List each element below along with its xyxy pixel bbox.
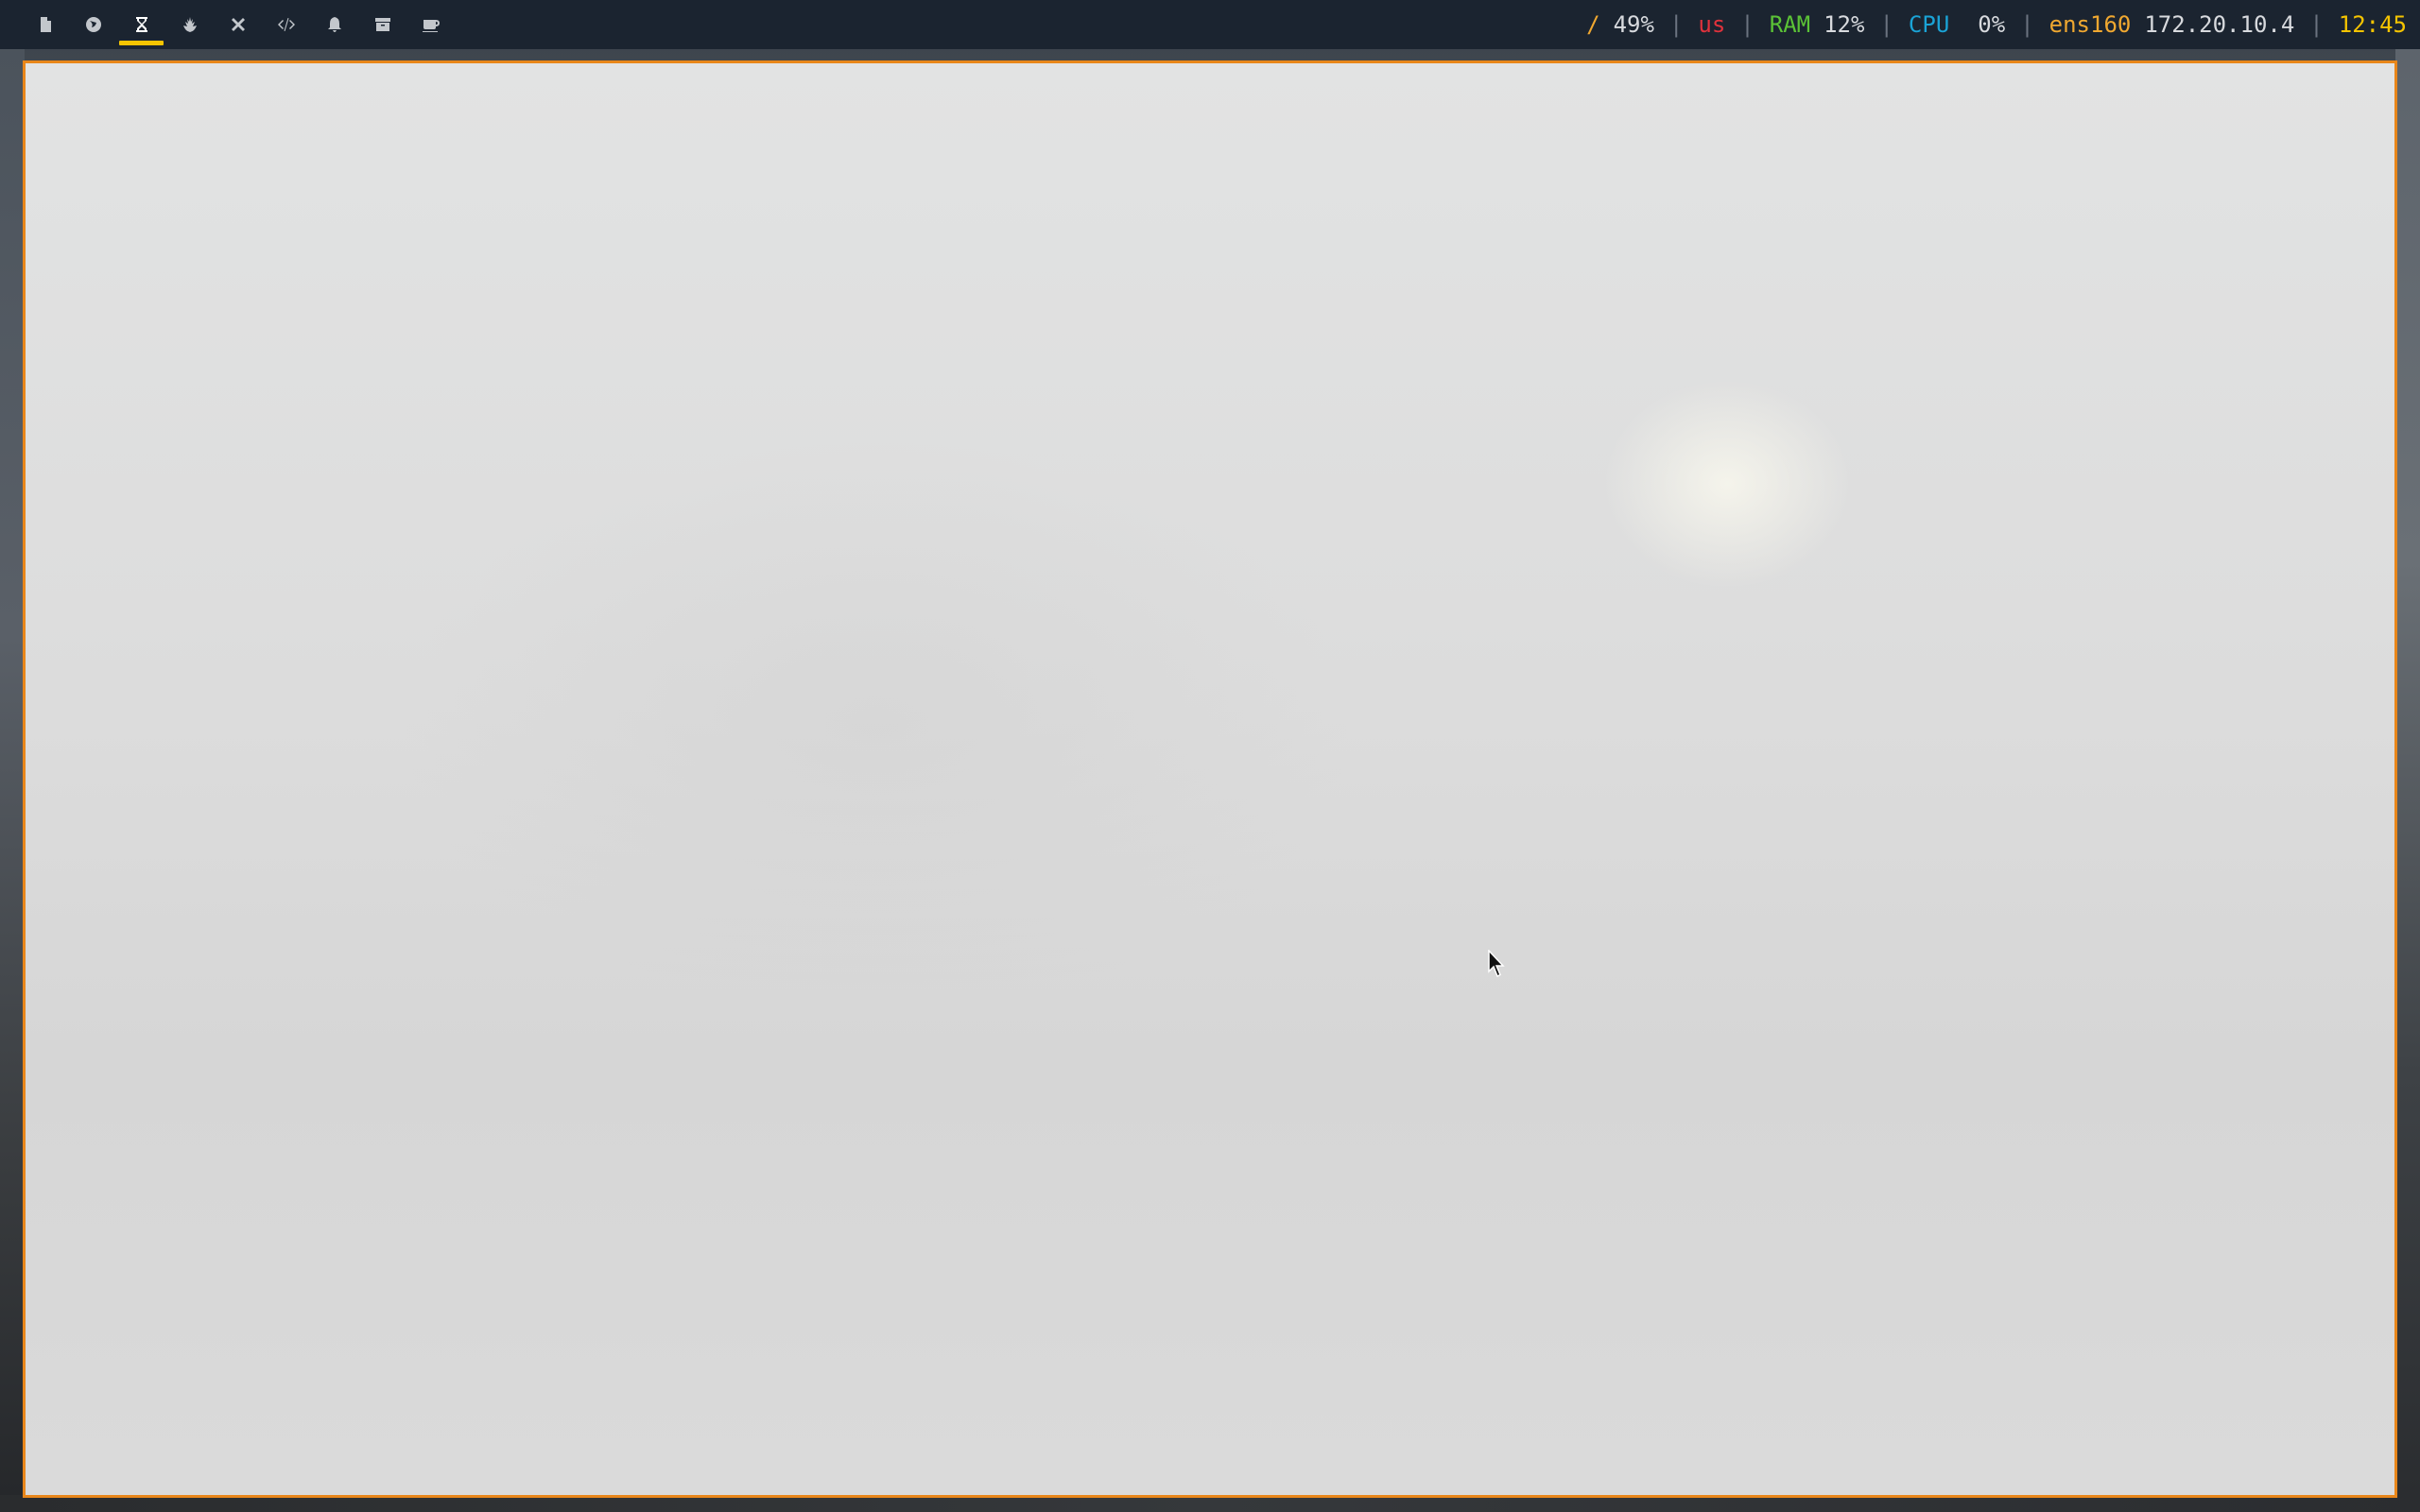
wallpaper-left — [0, 49, 25, 1512]
code-icon — [277, 18, 295, 31]
separator: | — [2020, 11, 2034, 38]
workspace-1[interactable] — [21, 0, 69, 49]
wallpaper-right — [2395, 49, 2420, 1512]
network-status[interactable]: ens160 172.20.10.4 — [2049, 11, 2295, 38]
disk-usage[interactable]: / 49% — [1586, 11, 1654, 38]
workspace-2[interactable] — [69, 0, 117, 49]
network-ip: 172.20.10.4 — [2144, 11, 2295, 38]
workspace-7[interactable] — [310, 0, 358, 49]
bell-icon — [327, 17, 341, 32]
disk-label: / — [1586, 11, 1600, 38]
separator: | — [2309, 11, 2324, 38]
keyboard-layout[interactable]: us — [1698, 11, 1725, 38]
separator: | — [1740, 11, 1754, 38]
top-bar: / 49% | us | RAM 12% | CPU 0% | ens160 1… — [0, 0, 2420, 49]
ram-label: RAM — [1769, 11, 1811, 38]
disk-value: 49% — [1613, 11, 1654, 38]
archive-icon — [374, 18, 390, 31]
mouse-pointer-icon — [1488, 949, 1507, 978]
file-icon — [40, 17, 51, 32]
workspace-8[interactable] — [358, 0, 406, 49]
network-interface: ens160 — [2048, 11, 2132, 38]
rebel-icon — [182, 17, 197, 32]
separator: | — [1668, 11, 1684, 38]
ram-usage[interactable]: RAM 12% — [1770, 11, 1865, 38]
workspace-5[interactable] — [214, 0, 262, 49]
workspace-3[interactable] — [117, 0, 165, 49]
globe-icon — [85, 17, 101, 32]
cpu-value: 0% — [1978, 11, 2006, 38]
cpu-label: CPU — [1908, 11, 1950, 38]
workspace-4[interactable] — [165, 0, 214, 49]
hourglass-icon — [135, 17, 147, 32]
coffee-icon — [422, 20, 440, 32]
cross-icon — [231, 18, 245, 31]
workspace-6[interactable] — [262, 0, 310, 49]
ram-value: 12% — [1824, 11, 1865, 38]
workspace-9[interactable] — [406, 0, 455, 49]
cpu-usage[interactable]: CPU 0% — [1909, 11, 2005, 38]
status-area: / 49% | us | RAM 12% | CPU 0% | ens160 1… — [1586, 11, 2407, 38]
focused-window[interactable] — [23, 60, 2397, 1498]
workspace-list — [21, 0, 455, 49]
clock[interactable]: 12:45 — [2339, 11, 2407, 38]
separator: | — [1879, 11, 1893, 38]
